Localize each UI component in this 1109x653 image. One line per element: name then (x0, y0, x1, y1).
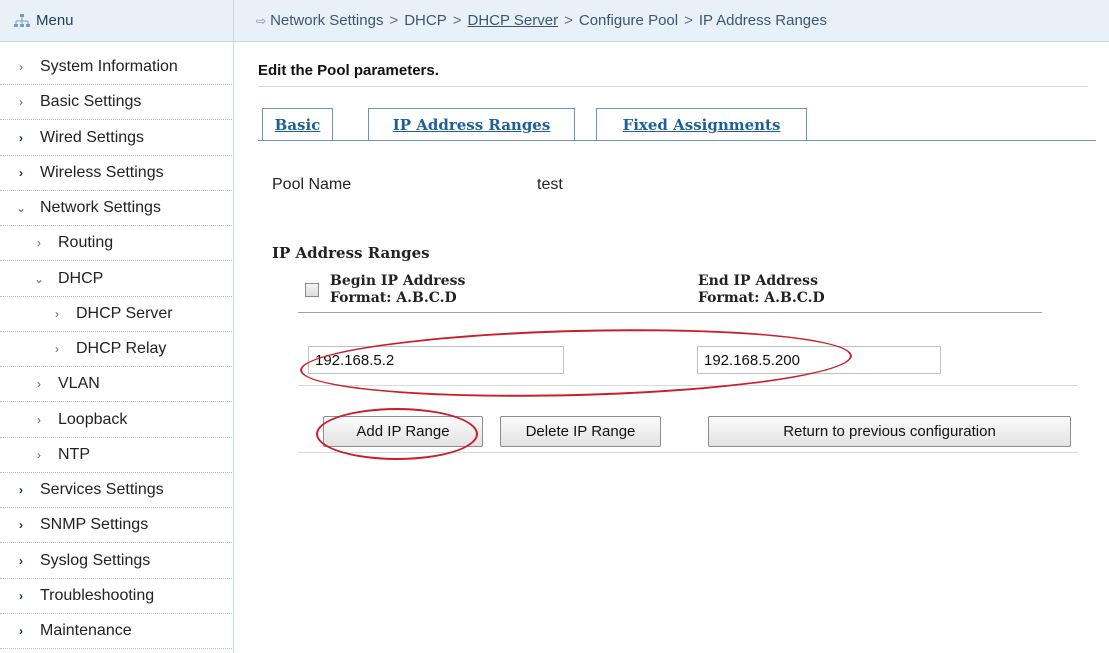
sidebar-item-snmp-settings[interactable]: › SNMP Settings (0, 508, 232, 544)
breadcrumb-configure-pool: Configure Pool (578, 12, 679, 29)
delete-ip-range-button[interactable]: Delete IP Range (500, 416, 661, 447)
sidebar-item-wireless-settings[interactable]: › Wireless Settings (0, 156, 232, 191)
end-ip-header-label: End IP Address (698, 273, 818, 289)
tab-divider (258, 140, 1096, 141)
chevron-right-icon: › (19, 60, 23, 74)
pool-name-label: Pool Name (272, 176, 352, 193)
breadcrumb-dhcp-server-link[interactable]: DHCP Server (468, 12, 559, 29)
sidebar-item-label: Wired Settings (40, 128, 145, 146)
pool-name-value: test (537, 176, 563, 193)
chevron-right-icon: › (37, 236, 41, 251)
sidebar-item-ntp[interactable]: › NTP (0, 438, 232, 473)
chevron-down-icon: ⌄ (16, 201, 27, 215)
sidebar-item-label: Wireless Settings (40, 163, 164, 181)
begin-ip-format-label: Format: A.B.C.D (330, 290, 457, 306)
sidebar-item-label: Routing (58, 234, 114, 252)
breadcrumb-ip-address-ranges: IP Address Ranges (698, 12, 827, 29)
select-all-checkbox[interactable] (305, 283, 319, 297)
menu-header: Menu (0, 0, 233, 42)
sidebar-item-loopback[interactable]: › Loopback (0, 403, 232, 438)
begin-ip-header-label: Begin IP Address (330, 273, 466, 289)
begin-ip-input[interactable] (308, 346, 564, 374)
sidebar-item-label: NTP (58, 445, 90, 463)
chevron-right-icon: › (55, 306, 59, 321)
chevron-right-icon: › (19, 165, 23, 180)
sidebar-item-dhcp-relay[interactable]: › DHCP Relay (0, 332, 232, 367)
breadcrumb-separator: > (564, 12, 573, 29)
sidebar-item-label: DHCP Relay (76, 340, 167, 357)
title-divider (258, 86, 1088, 87)
sidebar-item-troubleshooting[interactable]: › Troubleshooting (0, 579, 232, 614)
tab-ip-address-ranges[interactable]: IP Address Ranges (368, 108, 575, 140)
sidebar-item-maintenance[interactable]: › Maintenance (0, 614, 232, 649)
inputs-divider (298, 385, 1078, 386)
tab-basic[interactable]: Basic (262, 108, 333, 140)
sidebar-item-label: Network Settings (40, 199, 161, 216)
sidebar-item-label: System Information (40, 58, 178, 75)
sidebar-item-label: DHCP (58, 269, 104, 287)
breadcrumb-separator: > (452, 12, 462, 29)
sidebar-item-label: Loopback (58, 410, 128, 428)
breadcrumb-separator: > (684, 12, 693, 29)
sidebar-item-basic-settings[interactable]: › Basic Settings (0, 85, 232, 121)
begin-ip-header: Begin IP Address Format: A.B.C.D (330, 273, 465, 307)
end-ip-format-label: Format: A.B.C.D (698, 290, 825, 306)
sidebar-item-routing[interactable]: › Routing (0, 226, 232, 262)
chevron-right-icon: › (37, 412, 41, 427)
sidebar-item-system-information[interactable]: › System Information (0, 50, 232, 85)
sitemap-icon (14, 13, 30, 27)
sidebar-item-label: DHCP Server (76, 304, 173, 322)
breadcrumb-arrow-icon: ⇨ (256, 13, 267, 28)
sidebar-item-label: SNMP Settings (40, 516, 149, 534)
end-ip-input[interactable] (697, 346, 941, 374)
sidebar-item-syslog-settings[interactable]: › Syslog Settings (0, 544, 232, 579)
sidebar-item-wired-settings[interactable]: › Wired Settings (0, 121, 232, 156)
chevron-right-icon: › (19, 483, 23, 497)
chevron-right-icon: › (55, 342, 59, 356)
return-previous-config-button[interactable]: Return to previous configuration (708, 416, 1071, 447)
chevron-right-icon: › (19, 553, 23, 568)
sidebar-item-label: VLAN (58, 375, 100, 393)
breadcrumb-separator: > (389, 12, 399, 29)
sidebar-item-network-settings[interactable]: ⌄ Network Settings (0, 191, 232, 226)
sidebar-item-label: Troubleshooting (40, 586, 155, 604)
breadcrumb: ⇨ Network Settings > DHCP > DHCP Server … (234, 0, 1109, 42)
sidebar-item-vlan[interactable]: › VLAN (0, 367, 232, 403)
chevron-right-icon: › (19, 518, 23, 533)
chevron-right-icon: › (19, 130, 23, 145)
chevron-right-icon: › (37, 377, 41, 392)
breadcrumb-dhcp: DHCP (404, 12, 447, 29)
page-title: Edit the Pool parameters. (258, 62, 439, 79)
end-ip-header: End IP Address Format: A.B.C.D (698, 273, 825, 307)
buttons-divider (298, 452, 1078, 453)
chevron-right-icon: › (19, 588, 23, 603)
chevron-right-icon: › (19, 95, 23, 110)
sidebar-item-label: Basic Settings (40, 93, 142, 111)
tab-fixed-assignments[interactable]: Fixed Assignments (596, 108, 807, 140)
chevron-right-icon: › (19, 624, 23, 638)
sidebar: Menu › System Information › Basic Settings ›… (0, 0, 234, 653)
sidebar-item-dhcp-server[interactable]: › DHCP Server (0, 297, 232, 332)
chevron-down-icon: ⌄ (34, 271, 45, 286)
sidebar-item-services-settings[interactable]: › Services Settings (0, 473, 232, 508)
sidebar-item-label: Syslog Settings (40, 551, 151, 569)
breadcrumb-network-settings: Network Settings (270, 12, 384, 29)
table-header-divider (298, 312, 1042, 313)
sidebar-item-label: Maintenance (40, 622, 132, 639)
ip-ranges-section-title: IP Address Ranges (272, 244, 430, 262)
chevron-right-icon: › (37, 447, 41, 462)
menu-title: Menu (36, 12, 74, 29)
sidebar-item-dhcp[interactable]: ⌄ DHCP (0, 262, 232, 297)
add-ip-range-button[interactable]: Add IP Range (323, 416, 483, 447)
sidebar-item-label: Services Settings (40, 481, 164, 498)
